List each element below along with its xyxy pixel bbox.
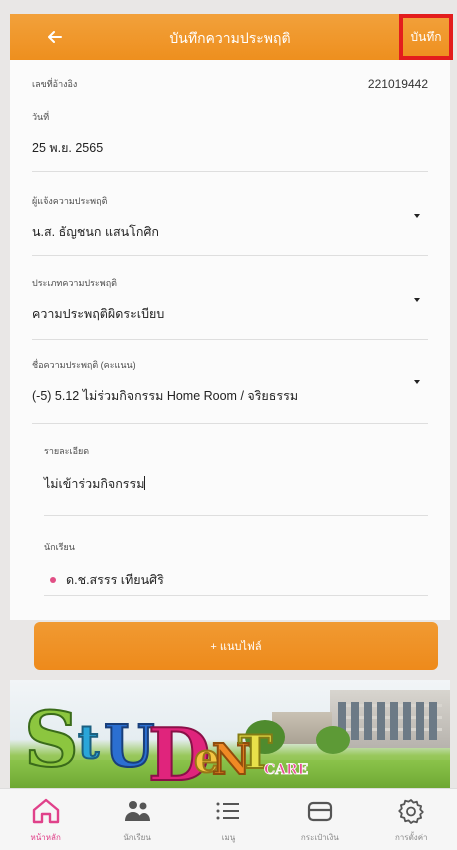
chevron-down-icon: [414, 214, 420, 218]
reference-row: เลขที่อ้างอิง 221019442: [32, 74, 428, 94]
behavior-type-value: ความประพฤติผิดระเบียบ: [32, 307, 165, 321]
nav-item-menu[interactable]: เมนู: [188, 797, 268, 844]
reporter-select[interactable]: ผู้แจ้งความประพฤติ น.ส. ธัญชนก แสนโกศิก: [32, 194, 428, 256]
nav-item-students[interactable]: นักเรียน: [97, 797, 177, 844]
chevron-down-icon: [414, 298, 420, 302]
gear-icon: [398, 799, 424, 824]
behavior-name-label: ชื่อความประพฤติ (คะแนน): [32, 360, 136, 370]
student-label: นักเรียน: [44, 542, 75, 552]
nav-label: การตั้งค่า: [394, 833, 428, 842]
nav-label: กระเป๋าเงิน: [300, 833, 339, 842]
nav-item-settings[interactable]: การตั้งค่า: [371, 797, 451, 844]
detail-text: ไม่เข้าร่วมกิจกรรม: [44, 474, 428, 494]
detail-label: รายละเอียด: [44, 446, 90, 456]
date-value: 25 พ.ย. 2565: [32, 141, 104, 155]
nav-label: เมนู: [221, 833, 236, 842]
tree-image: [316, 726, 350, 754]
bullet-dot-icon: [50, 577, 56, 583]
logo-letter: S: [24, 695, 79, 784]
nav-item-wallet[interactable]: กระเป๋าเงิน: [280, 797, 360, 844]
page-title: บันทึกความประพฤติ: [169, 30, 291, 46]
student-section: นักเรียน ด.ช.สรรร เทียนศิริ: [44, 540, 428, 596]
app-header: บันทึกความประพฤติ บันทึก: [10, 14, 453, 60]
detail-value: ไม่เข้าร่วมกิจกรรม: [44, 477, 145, 491]
wallet-icon: [307, 801, 332, 822]
student-care-banner: S t U D e N T CARE: [10, 680, 450, 788]
date-label: วันที่: [32, 112, 50, 122]
behavior-type-select[interactable]: ประเภทความประพฤติ ความประพฤติผิดระเบียบ: [32, 276, 428, 340]
reference-label: เลขที่อ้างอิง: [32, 79, 78, 89]
students-icon: [125, 801, 151, 821]
student-item[interactable]: ด.ช.สรรร เทียนศิริ: [44, 570, 428, 590]
nav-item-home[interactable]: หน้าหลัก: [6, 797, 86, 844]
behavior-name-select[interactable]: ชื่อความประพฤติ (คะแนน) (-5) 5.12 ไม่ร่ว…: [32, 358, 428, 424]
student-name: ด.ช.สรรร เทียนศิริ: [66, 573, 164, 587]
behavior-type-label: ประเภทความประพฤติ: [32, 278, 117, 288]
list-icon: [216, 802, 240, 820]
date-field[interactable]: วันที่ 25 พ.ย. 2565: [32, 110, 428, 172]
logo-subtitle: CARE: [264, 762, 308, 778]
save-button[interactable]: บันทึก: [399, 14, 453, 60]
behavior-name-value: (-5) 5.12 ไม่ร่วมกิจกรรม Home Room / จริ…: [32, 389, 299, 403]
detail-input[interactable]: รายละเอียด ไม่เข้าร่วมกิจกรรม: [44, 444, 428, 516]
attach-file-button[interactable]: + แนบไฟล์: [34, 622, 438, 670]
bottom-nav: หน้าหลัก นักเรียน เมนู กระเป๋าเงิน การตั…: [0, 788, 457, 850]
reporter-value: น.ส. ธัญชนก แสนโกศิก: [32, 225, 159, 239]
behavior-form: เลขที่อ้างอิง 221019442 วันที่ 25 พ.ย. 2…: [10, 60, 450, 620]
nav-label: หน้าหลัก: [30, 833, 61, 842]
text-cursor: [144, 476, 146, 490]
chevron-down-icon: [414, 380, 420, 384]
student-care-logo: S t U D e N T CARE: [23, 694, 309, 784]
reference-value: 221019442: [367, 77, 428, 91]
logo-letter: t: [78, 715, 100, 769]
logo-letter: U: [104, 712, 155, 780]
reporter-label: ผู้แจ้งความประพฤติ: [32, 196, 108, 206]
nav-label: นักเรียน: [123, 833, 151, 842]
home-icon: [32, 798, 59, 824]
phone-screen: บันทึกความประพฤติ บันทึก เลขที่อ้างอิง 2…: [0, 0, 457, 850]
